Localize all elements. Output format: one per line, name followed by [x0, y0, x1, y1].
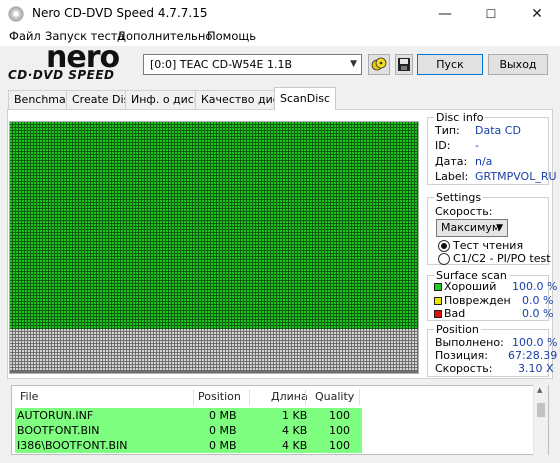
file-list[interactable]: File Position Длина Quality AUTORUN.INF … [11, 385, 549, 455]
file-length: 4 KB [282, 439, 308, 452]
scroll-up-arrow-icon[interactable]: ▲ [537, 386, 542, 394]
column-divider [249, 389, 250, 405]
save-button[interactable] [395, 54, 413, 75]
chevron-down-icon: ▼ [350, 59, 357, 69]
chevron-down-icon: ▼ [496, 223, 503, 233]
file-position: 0 MB [209, 409, 237, 422]
bad-value: 0.0 % [522, 307, 554, 320]
file-name: BOOTFONT.BIN [17, 424, 100, 437]
good-swatch-icon [434, 283, 442, 291]
speed-select-value: Максимум [441, 221, 501, 234]
menu-extra[interactable]: Дополнительно [117, 29, 212, 43]
exit-button[interactable]: Выход [488, 54, 548, 75]
done-label: Выполнено: [435, 336, 504, 349]
app-disc-icon [8, 6, 24, 22]
drive-select[interactable]: [0:0] TEAC CD-W54E 1.1B ▼ [143, 54, 362, 75]
disc-label-label: Label: [435, 170, 469, 183]
done-value: 100.0 % [512, 336, 558, 349]
file-length: 4 KB [282, 424, 308, 437]
file-quality: 100 [329, 439, 350, 452]
read-test-label: Тест чтения [453, 239, 524, 252]
file-name: AUTORUN.INF [17, 409, 94, 422]
maximize-button[interactable]: ☐ [468, 0, 514, 28]
col-length-header[interactable]: Длина [271, 386, 308, 408]
col-position-header[interactable]: Position [198, 386, 241, 408]
eject-button[interactable] [368, 54, 390, 75]
file-quality: 100 [329, 424, 350, 437]
disc-swap-icon [371, 57, 387, 71]
file-length: 1 KB [282, 409, 308, 422]
settings-title: Settings [434, 191, 484, 204]
speed-readout-label: Скорость: [435, 362, 493, 375]
disc-label-value: GRTMPVOL_RU [475, 170, 557, 183]
column-divider [305, 389, 306, 405]
drive-select-value: [0:0] TEAC CD-W54E 1.1B [150, 58, 292, 71]
position-title: Position [434, 323, 481, 336]
col-quality-header[interactable]: Quality [315, 386, 354, 408]
start-button[interactable]: Пуск [417, 54, 483, 75]
read-test-radio[interactable] [438, 240, 450, 252]
disc-info-title: Disc info [434, 111, 486, 124]
c1c2-test-label: C1/C2 - PI/PO test [453, 252, 551, 265]
disc-date-value: n/a [475, 155, 493, 168]
bad-label: Bad [444, 307, 466, 320]
table-row[interactable]: BOOTFONT.BIN 0 MB 4 KB 100 [15, 423, 362, 438]
menu-help[interactable]: Помощь [207, 29, 256, 43]
scrollbar-thumb[interactable] [537, 403, 545, 417]
c1c2-test-radio[interactable] [438, 253, 450, 265]
disc-type-value: Data CD [475, 124, 521, 137]
position-label: Позиция: [435, 349, 488, 362]
speed-label: Скорость: [435, 205, 493, 218]
menu-file[interactable]: Файл [9, 29, 41, 43]
bad-swatch-icon [434, 310, 442, 318]
disc-id-label: ID: [435, 139, 451, 152]
file-position: 0 MB [209, 424, 237, 437]
scan-surface-map [9, 121, 419, 374]
file-quality: 100 [329, 409, 350, 422]
table-row[interactable]: I386\BOOTFONT.BIN 0 MB 4 KB 100 [15, 438, 362, 453]
disc-type-label: Тип: [435, 124, 460, 137]
speed-select[interactable]: Максимум ▼ [436, 219, 508, 237]
tab-scandisc[interactable]: ScanDisc [274, 87, 337, 110]
damaged-label: Поврежден [444, 294, 511, 307]
table-row[interactable]: AUTORUN.INF 0 MB 1 KB 100 [15, 408, 362, 423]
file-name: I386\BOOTFONT.BIN [17, 439, 128, 452]
speed-readout-value: 3.10 X [518, 362, 554, 375]
disc-id-value: - [475, 139, 479, 152]
good-value: 100.0 % [512, 280, 558, 293]
column-divider [359, 389, 360, 405]
file-position: 0 MB [209, 439, 237, 452]
position-value: 67:28.39 [508, 349, 558, 362]
disc-date-label: Дата: [435, 155, 468, 168]
damaged-value: 0.0 % [522, 294, 554, 307]
close-button[interactable]: ✕ [514, 0, 560, 28]
cd-dvd-speed-logo: CD·DVD SPEED [8, 68, 115, 82]
col-file-header[interactable]: File [20, 386, 38, 408]
minimize-button[interactable]: — [422, 0, 468, 28]
column-divider [193, 389, 194, 405]
window-title: Nero CD-DVD Speed 4.7.7.15 [32, 6, 208, 20]
damaged-swatch-icon [434, 297, 442, 305]
file-list-scrollbar[interactable]: ▲ [533, 385, 548, 455]
scan-surface-grid [10, 122, 418, 373]
good-label: Хороший [444, 280, 497, 293]
floppy-disk-icon [398, 58, 410, 71]
